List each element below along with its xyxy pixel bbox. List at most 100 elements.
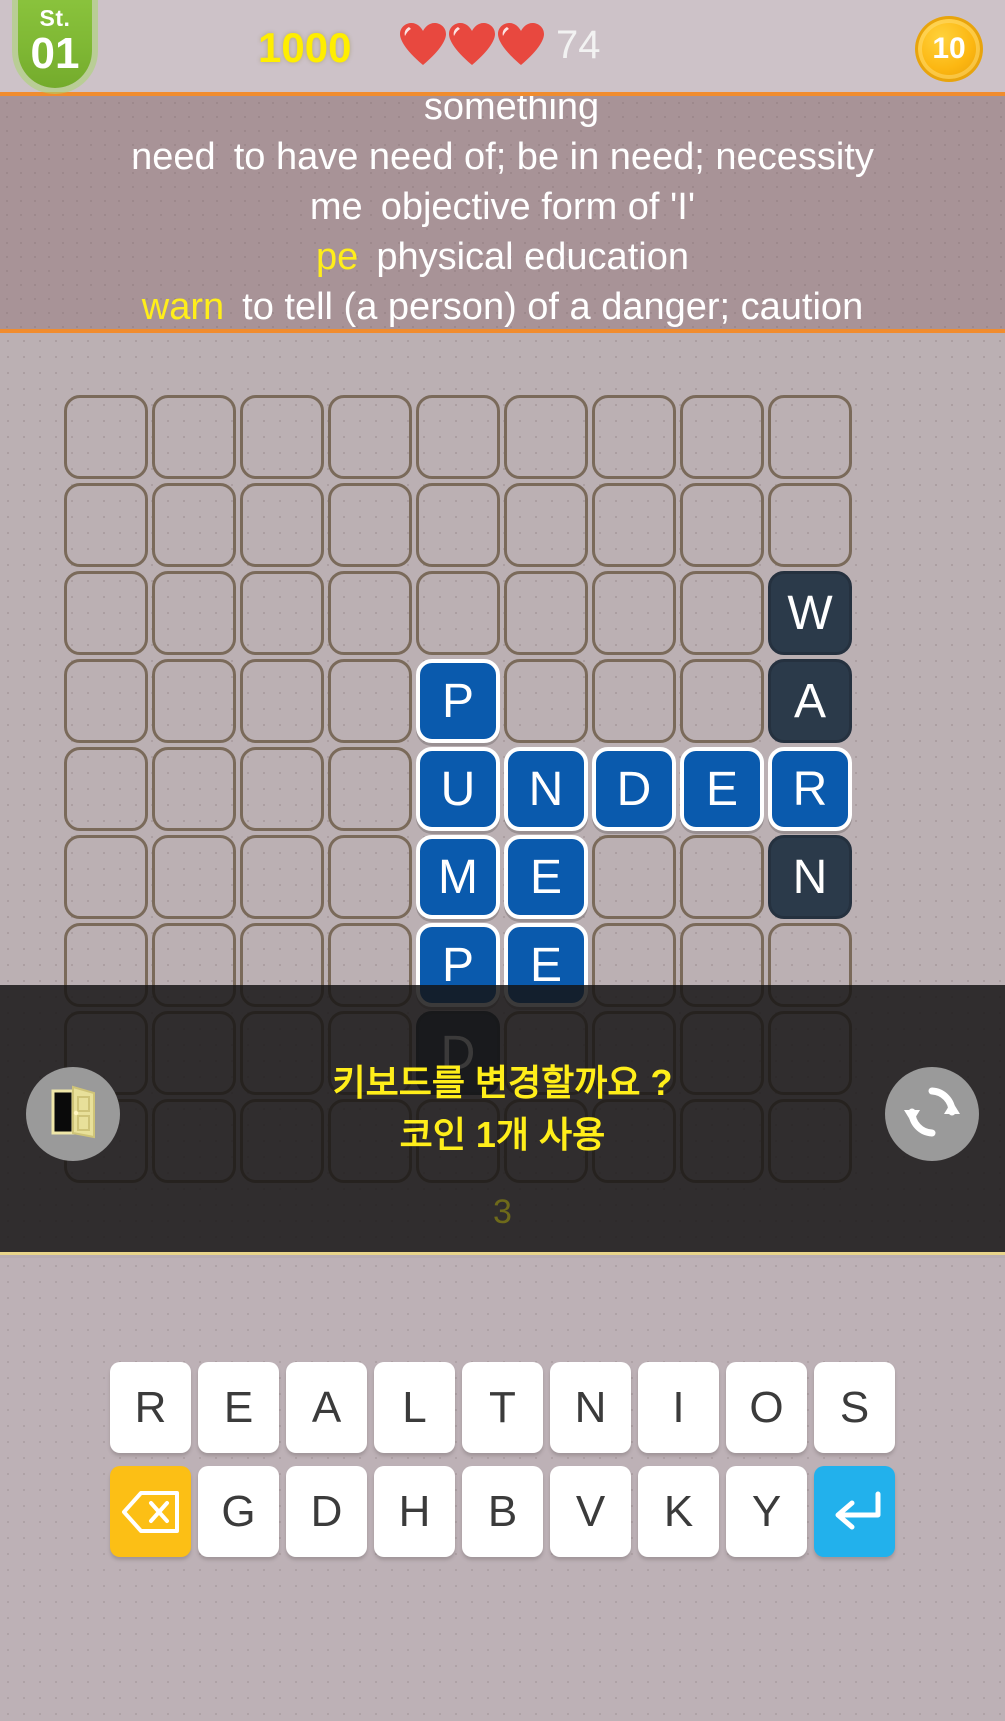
grid-cell-letter[interactable]: M [414, 833, 502, 921]
grid-cell-letter[interactable]: E [678, 745, 766, 833]
grid-cell-empty[interactable] [150, 745, 238, 833]
key-k[interactable]: K [638, 1466, 719, 1557]
coin-badge[interactable]: 10 [915, 16, 983, 82]
grid-cell-empty[interactable] [62, 833, 150, 921]
grid-cell-inner [592, 835, 676, 919]
grid-cell-inner: E [504, 835, 588, 919]
grid-cell-empty[interactable] [326, 745, 414, 833]
grid-cell-letter[interactable]: N [766, 833, 854, 921]
grid-cell-letter[interactable]: E [502, 833, 590, 921]
key-s[interactable]: S [814, 1362, 895, 1453]
backspace-key[interactable] [110, 1466, 191, 1557]
grid-cell-empty[interactable] [590, 657, 678, 745]
keyboard-row-2: GDHBVKY [0, 1466, 1005, 1557]
grid-cell-empty[interactable] [678, 569, 766, 657]
grid-cell-letter[interactable]: N [502, 745, 590, 833]
grid-cell-empty[interactable] [502, 393, 590, 481]
grid-cell-inner: R [768, 747, 852, 831]
grid-cell-empty[interactable] [150, 657, 238, 745]
grid-cell-inner [240, 571, 324, 655]
on-screen-keyboard: REALTNIOS GDHBVKY [0, 1258, 1005, 1721]
grid-cell-empty[interactable] [238, 393, 326, 481]
grid-cell-empty[interactable] [590, 569, 678, 657]
clue-panel[interactable]: something need to have need of; be in ne… [0, 96, 1005, 333]
grid-cell-inner [152, 835, 236, 919]
key-h[interactable]: H [374, 1466, 455, 1557]
key-r[interactable]: R [110, 1362, 191, 1453]
grid-cell-empty[interactable] [678, 657, 766, 745]
dialog-message-line1: 키보드를 변경할까요 ? [332, 1062, 673, 1103]
refresh-icon [901, 1081, 963, 1148]
grid-cell-empty[interactable] [62, 657, 150, 745]
grid-cell-empty[interactable] [502, 657, 590, 745]
grid-cell-empty[interactable] [62, 393, 150, 481]
grid-cell-empty[interactable] [326, 393, 414, 481]
grid-cell-empty[interactable] [326, 833, 414, 921]
score-value: 1000 [258, 24, 352, 71]
grid-cell-empty[interactable] [62, 481, 150, 569]
key-n[interactable]: N [550, 1362, 631, 1453]
grid-cell-empty[interactable] [502, 569, 590, 657]
key-b[interactable]: B [462, 1466, 543, 1557]
keyboard-row-1: REALTNIOS [0, 1362, 1005, 1453]
clue-row: need to have need of; be in need; necess… [0, 132, 1005, 182]
grid-cell-inner [680, 659, 764, 743]
key-a[interactable]: A [286, 1362, 367, 1453]
grid-cell-empty[interactable] [62, 745, 150, 833]
grid-cell-empty[interactable] [326, 481, 414, 569]
grid-cell-letter[interactable]: D [590, 745, 678, 833]
grid-cell-empty[interactable] [590, 481, 678, 569]
grid-cell-empty[interactable] [150, 481, 238, 569]
grid-cell-empty[interactable] [150, 569, 238, 657]
grid-cell-empty[interactable] [150, 393, 238, 481]
grid-cell-inner [416, 395, 500, 479]
grid-cell-letter[interactable]: R [766, 745, 854, 833]
grid-cell-empty[interactable] [238, 481, 326, 569]
grid-cell-inner [592, 659, 676, 743]
key-y[interactable]: Y [726, 1466, 807, 1557]
game-screen: St. 01 1000 74 10 something need to have… [0, 0, 1005, 1721]
grid-cell-inner: E [680, 747, 764, 831]
grid-cell-empty[interactable] [678, 393, 766, 481]
grid-cell-empty[interactable] [238, 569, 326, 657]
grid-cell-empty[interactable] [590, 393, 678, 481]
grid-cell-empty[interactable] [766, 481, 854, 569]
grid-cell-empty[interactable] [238, 657, 326, 745]
grid-cell-empty[interactable] [62, 569, 150, 657]
enter-icon [826, 1489, 884, 1535]
clue-word: me [309, 186, 363, 228]
grid-cell-empty[interactable] [414, 481, 502, 569]
grid-cell-inner [240, 395, 324, 479]
key-l[interactable]: L [374, 1362, 455, 1453]
grid-cell-empty[interactable] [238, 833, 326, 921]
grid-cell-letter[interactable]: U [414, 745, 502, 833]
key-t[interactable]: T [462, 1362, 543, 1453]
grid-cell-empty[interactable] [414, 393, 502, 481]
grid-cell-empty[interactable] [678, 481, 766, 569]
grid-cell-empty[interactable] [414, 569, 502, 657]
enter-key[interactable] [814, 1466, 895, 1557]
grid-cell-empty[interactable] [238, 745, 326, 833]
grid-cell-empty[interactable] [590, 833, 678, 921]
key-i[interactable]: I [638, 1362, 719, 1453]
grid-cell-letter[interactable]: P [414, 657, 502, 745]
key-e[interactable]: E [198, 1362, 279, 1453]
key-d[interactable]: D [286, 1466, 367, 1557]
grid-cell-letter[interactable]: W [766, 569, 854, 657]
grid-cell-empty[interactable] [150, 833, 238, 921]
grid-cell-empty[interactable] [326, 657, 414, 745]
key-v[interactable]: V [550, 1466, 631, 1557]
grid-cell-empty[interactable] [326, 569, 414, 657]
grid-cell-empty[interactable] [678, 833, 766, 921]
key-o[interactable]: O [726, 1362, 807, 1453]
grid-cell-letter[interactable]: A [766, 657, 854, 745]
grid-cell-inner [504, 483, 588, 567]
key-g[interactable]: G [198, 1466, 279, 1557]
refresh-keyboard-button[interactable] [885, 1067, 979, 1161]
grid-cell-empty[interactable] [502, 481, 590, 569]
stage-number: 01 [30, 28, 80, 78]
grid-cell-inner: M [416, 835, 500, 919]
grid-cell-inner: D [592, 747, 676, 831]
grid-cell-inner [768, 395, 852, 479]
grid-cell-empty[interactable] [766, 393, 854, 481]
